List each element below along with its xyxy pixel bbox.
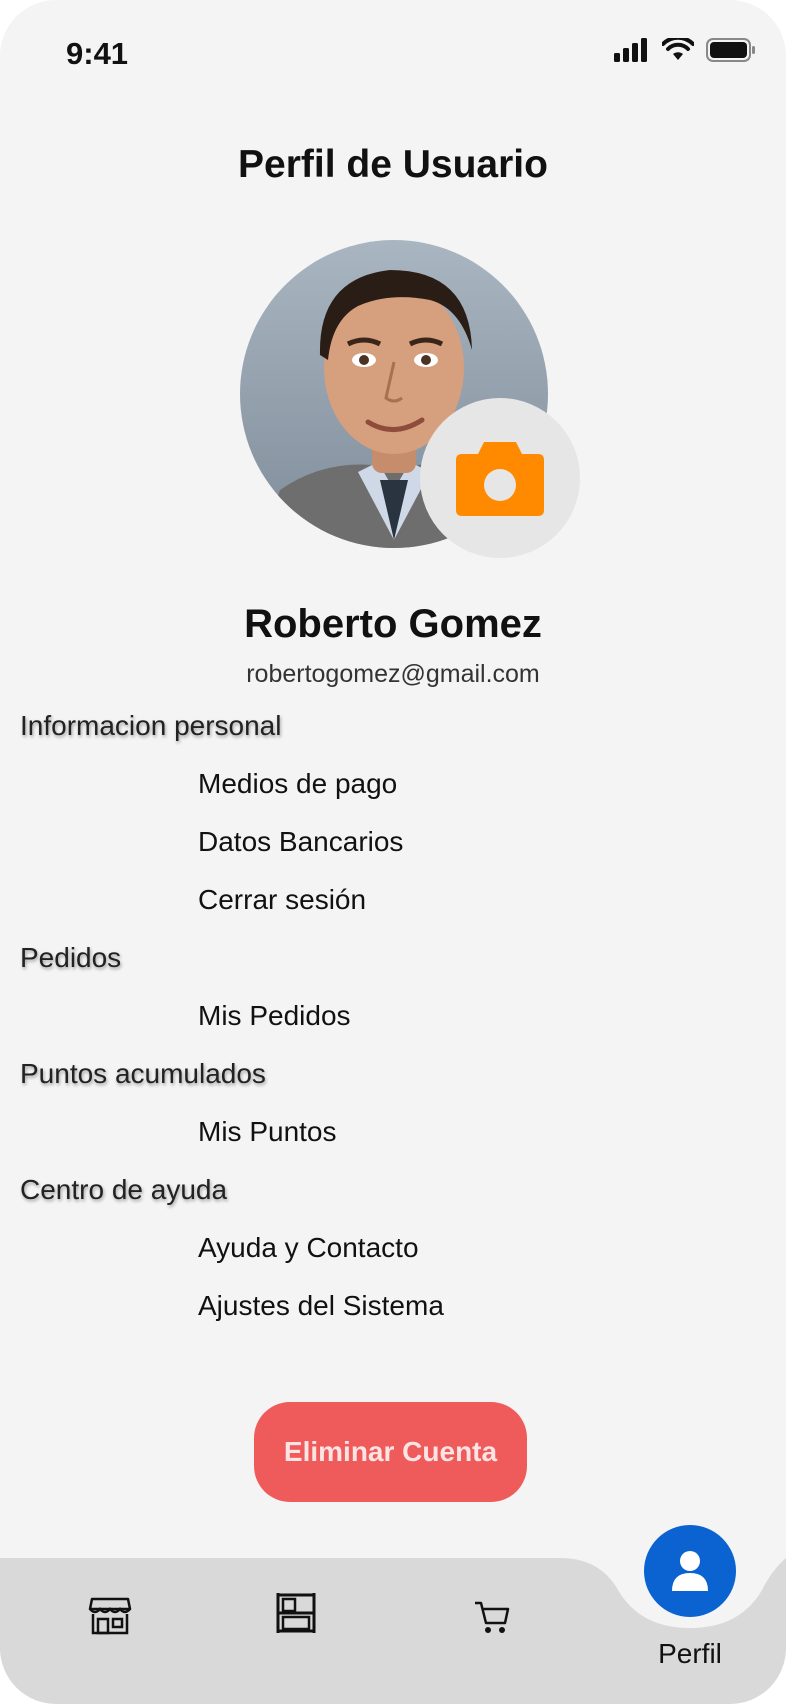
- camera-icon: [456, 442, 544, 516]
- delete-account-button[interactable]: Eliminar Cuenta: [254, 1402, 527, 1502]
- section-header-pedidos: Pedidos: [20, 942, 122, 973]
- phone-screen: 9:41 Perfil de Usuario Roberto Gomez rob…: [0, 0, 786, 1704]
- menu-item-datos-bancarios[interactable]: Datos Bancarios: [198, 826, 403, 858]
- nav-profile-label[interactable]: Perfil: [620, 1638, 760, 1670]
- user-icon: [672, 1551, 708, 1591]
- menu-item-ayuda-y-contacto[interactable]: Ayuda y Contacto: [198, 1232, 419, 1264]
- user-name: Roberto Gomez: [244, 602, 542, 646]
- signal-icon: [614, 38, 647, 62]
- section-header-puntos-acumulados: Puntos acumulados: [20, 1058, 266, 1089]
- nav-shelf[interactable]: [268, 1588, 324, 1638]
- change-photo-button[interactable]: [420, 398, 580, 558]
- store-icon: [88, 1597, 132, 1635]
- status-bar: 9:41: [0, 0, 786, 100]
- section-header-informacion-personal: Informacion personal: [20, 710, 282, 741]
- nav-store[interactable]: [82, 1590, 138, 1640]
- menu-item-ajustes-del-sistema[interactable]: Ajustes del Sistema: [198, 1290, 444, 1322]
- user-email: robertogomez@gmail.com: [246, 660, 540, 688]
- menu-item-medios-de-pago[interactable]: Medios de pago: [198, 768, 397, 800]
- menu-item-mis-puntos[interactable]: Mis Puntos: [198, 1116, 337, 1148]
- nav-profile-button[interactable]: [644, 1525, 736, 1617]
- status-icons: [614, 38, 756, 62]
- nav-cart[interactable]: [464, 1592, 520, 1642]
- status-time: 9:41: [66, 36, 129, 71]
- battery-icon: [706, 38, 755, 62]
- section-header-centro-de-ayuda: Centro de ayuda: [20, 1174, 228, 1205]
- menu-item-mis-pedidos[interactable]: Mis Pedidos: [198, 1000, 351, 1032]
- shelf-icon: [276, 1593, 316, 1633]
- page-title: Perfil de Usuario: [238, 143, 548, 186]
- cart-icon: [475, 1601, 510, 1633]
- wifi-icon: [662, 38, 694, 60]
- menu-item-cerrar-sesion[interactable]: Cerrar sesión: [198, 884, 366, 916]
